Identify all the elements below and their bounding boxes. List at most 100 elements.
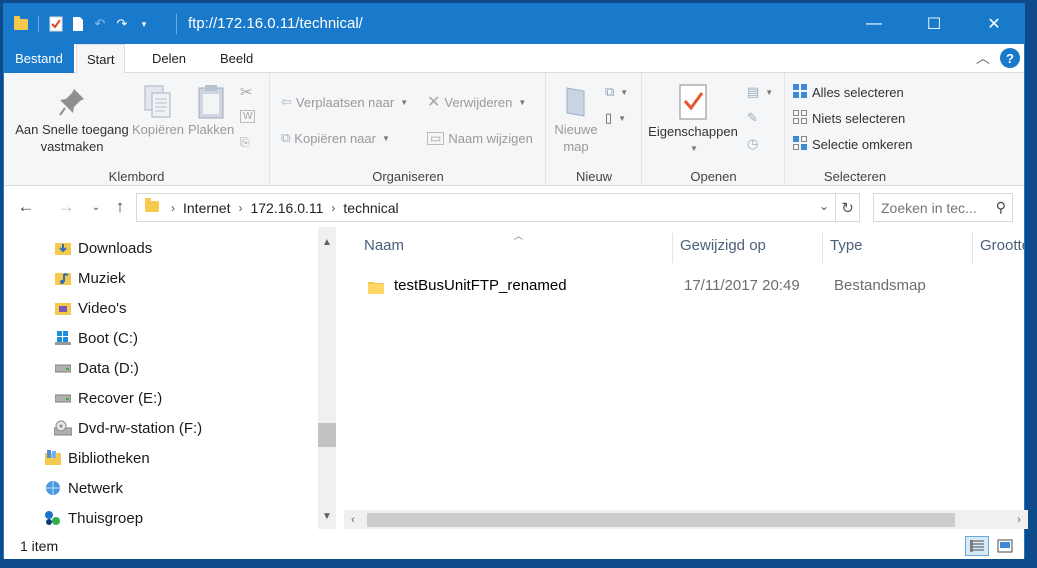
easy-access-icon: ▯ <box>605 110 613 125</box>
select-all-icon <box>792 83 808 102</box>
new-folder-qat-icon[interactable] <box>69 15 87 33</box>
column-divider[interactable] <box>822 233 823 263</box>
drive-icon <box>54 360 72 376</box>
paste-shortcut-button[interactable]: ⎘ <box>240 131 250 153</box>
nav-item-dvd-f[interactable]: Dvd-rw-station (F:) <box>54 415 202 441</box>
nav-item-videos[interactable]: Video's <box>54 295 126 321</box>
breadcrumb-chevron-icon[interactable]: › <box>171 201 175 215</box>
history-button[interactable]: ◷ <box>747 133 758 155</box>
scroll-up-icon[interactable]: ▲ <box>318 233 336 251</box>
title-bar: ↶ ↷ ▾ ftp://172.16.0.11/technical/ — ☐ ✕ <box>4 4 1024 44</box>
help-icon[interactable]: ? <box>1000 48 1020 68</box>
search-input[interactable] <box>881 199 986 216</box>
select-all-button[interactable]: Alles selecteren <box>792 81 904 103</box>
nav-item-thuisgroep[interactable]: Thuisgroep <box>44 505 143 531</box>
nav-item-label: Data (D:) <box>78 359 139 377</box>
breadcrumb-technical[interactable]: technical <box>343 200 398 216</box>
close-button[interactable]: ✕ <box>964 4 1024 44</box>
copy-to-label: Kopiëren naar <box>294 130 376 146</box>
item-count: 1 item <box>20 538 59 554</box>
nav-item-bibliotheken[interactable]: Bibliotheken <box>44 445 150 471</box>
pin-label-2: vastmaken <box>40 139 104 154</box>
customize-qat-icon[interactable]: ▾ <box>135 15 153 33</box>
breadcrumb-chevron-icon[interactable]: › <box>331 201 335 215</box>
easy-access-button[interactable]: ▯ ▼ <box>605 107 626 129</box>
folder-icon <box>12 15 30 33</box>
tab-beeld[interactable]: Beeld <box>210 44 263 73</box>
organiseren-group-label: Organiseren <box>372 169 444 184</box>
copy-to-button[interactable]: ⧉ Kopiëren naar ▼ <box>281 127 390 149</box>
undo-icon[interactable]: ↶ <box>91 15 109 33</box>
select-none-icon <box>792 109 808 128</box>
rename-button[interactable]: ▭ Naam wijzigen <box>427 127 533 149</box>
move-to-icon: ⇦ <box>281 94 292 109</box>
copy-button[interactable]: Kopiëren <box>130 83 186 138</box>
nav-item-netwerk[interactable]: Netwerk <box>44 475 123 501</box>
group-klembord: Aan Snelle toegang vastmaken Kopiëren Pl… <box>4 73 270 186</box>
breadcrumb-chevron-icon[interactable]: › <box>238 201 242 215</box>
scroll-thumb[interactable] <box>318 423 336 447</box>
nav-item-muziek[interactable]: Muziek <box>54 265 126 291</box>
nav-item-recover-e[interactable]: Recover (E:) <box>54 385 162 411</box>
new-folder-button[interactable]: Nieuwe map <box>549 83 603 155</box>
address-bar[interactable]: › Internet › 172.16.0.11 › technical ⌄ <box>136 193 836 222</box>
details-view-icon[interactable] <box>965 536 989 556</box>
search-box[interactable]: ⚲ <box>873 193 1013 222</box>
nav-item-boot-c[interactable]: Boot (C:) <box>54 325 138 351</box>
column-header-size[interactable]: Grootte <box>980 237 1024 259</box>
maximize-button[interactable]: ☐ <box>904 4 964 44</box>
paste-button[interactable]: Plakken <box>188 83 234 138</box>
hscroll-thumb[interactable] <box>367 513 955 527</box>
column-header-name[interactable]: Naam <box>364 237 404 259</box>
nav-item-label: Dvd-rw-station (F:) <box>78 419 203 437</box>
back-arrow-icon[interactable]: ← <box>16 197 36 217</box>
scroll-left-icon[interactable]: ‹ <box>344 510 362 529</box>
move-to-button[interactable]: ⇦ Verplaatsen naar ▼ <box>281 91 408 113</box>
downloads-folder-icon <box>54 240 72 256</box>
properties-button[interactable]: Eigenschappen ▼ <box>645 81 741 157</box>
address-dropdown-icon[interactable]: ⌄ <box>819 199 829 213</box>
nav-item-downloads[interactable]: Downloads <box>54 235 152 261</box>
up-arrow-icon[interactable]: ↑ <box>110 197 130 217</box>
open-button[interactable]: ▤ ▼ <box>747 81 773 103</box>
minimize-button[interactable]: — <box>844 4 904 44</box>
properties-label: Eigenschappen <box>648 124 738 139</box>
tab-delen[interactable]: Delen <box>142 44 196 73</box>
large-icons-view-icon[interactable] <box>993 536 1017 556</box>
copy-path-button[interactable]: W <box>240 105 256 127</box>
column-header-modified[interactable]: Gewijzigd op <box>680 237 766 259</box>
properties-qat-icon[interactable] <box>47 15 65 33</box>
ribbon: Aan Snelle toegang vastmaken Kopiëren Pl… <box>4 73 1024 186</box>
select-none-button[interactable]: Niets selecteren <box>792 107 905 129</box>
table-row[interactable]: testBusUnitFTP_renamed 17/11/2017 20:49 … <box>360 271 1024 301</box>
scroll-down-icon[interactable]: ▼ <box>318 507 336 525</box>
column-header-type[interactable]: Type <box>830 237 863 259</box>
select-all-label: Alles selecteren <box>812 84 904 100</box>
nav-pane-scrollbar[interactable]: ▲ ▼ <box>318 227 336 529</box>
cut-button[interactable]: ✂ <box>240 81 253 103</box>
ribbon-tabs: Bestand Start Delen Beeld ︿ ? <box>4 44 1024 74</box>
folder-icon <box>368 280 384 298</box>
scroll-right-icon[interactable]: › <box>1010 510 1028 529</box>
column-divider[interactable] <box>972 233 973 263</box>
breadcrumb-host[interactable]: 172.16.0.11 <box>250 200 323 216</box>
refresh-icon[interactable]: ↻ <box>836 193 860 222</box>
new-folder-label-2: map <box>563 139 589 154</box>
edit-button[interactable]: ✎ <box>747 107 758 129</box>
file-list-hscrollbar[interactable]: ‹ › <box>344 510 1028 529</box>
new-item-button[interactable]: ⧉ ▼ <box>605 81 628 103</box>
delete-button[interactable]: ✕ Verwijderen ▼ <box>427 91 526 113</box>
tab-start[interactable]: Start <box>76 44 126 74</box>
column-divider[interactable] <box>672 233 673 263</box>
invert-selection-button[interactable]: Selectie omkeren <box>792 133 912 155</box>
nav-item-data-d[interactable]: Data (D:) <box>54 355 139 381</box>
search-icon[interactable]: ⚲ <box>996 199 1006 216</box>
forward-arrow-icon[interactable]: → <box>56 197 76 217</box>
pin-quick-access-button[interactable]: Aan Snelle toegang vastmaken <box>8 83 136 155</box>
collapse-ribbon-icon[interactable]: ︿ <box>976 48 990 68</box>
breadcrumb-internet[interactable]: Internet <box>183 200 230 216</box>
homegroup-icon <box>44 510 62 526</box>
redo-icon[interactable]: ↷ <box>113 15 131 33</box>
recent-locations-chevron-icon[interactable]: ⌄ <box>86 197 106 217</box>
tab-bestand[interactable]: Bestand <box>4 44 74 73</box>
